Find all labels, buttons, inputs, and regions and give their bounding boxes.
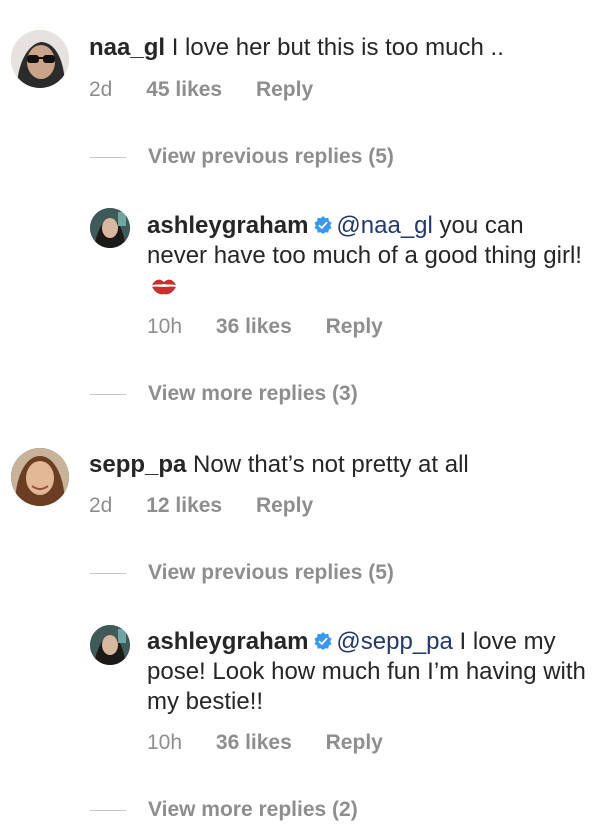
comment-username[interactable]: sepp_pa <box>89 451 186 478</box>
avatar[interactable] <box>11 448 69 506</box>
avatar-woman-icon <box>90 625 130 665</box>
avatar-woman-icon <box>90 208 130 248</box>
reply-mention[interactable]: @naa_gl <box>336 212 432 239</box>
view-previous-replies[interactable]: View previous replies (5) <box>90 558 394 588</box>
view-more-replies-label: View more replies (3) <box>148 382 358 405</box>
comment-text: Now that’s not pretty at all <box>193 451 469 478</box>
reply-time: 10h <box>147 731 183 754</box>
reply-meta: 10h 36 likes Reply <box>147 315 411 339</box>
divider-line <box>90 393 126 395</box>
avatar-woman-icon <box>11 448 69 506</box>
reply-button[interactable]: Reply <box>256 78 313 101</box>
reply-likes[interactable]: 36 likes <box>216 731 292 754</box>
reply-text-block: ashleygraham @naa_gl you can never have t… <box>147 211 587 301</box>
view-previous-replies-label: View previous replies (5) <box>148 561 394 584</box>
avatar[interactable] <box>90 208 130 248</box>
reply-username[interactable]: ashleygraham <box>147 212 308 239</box>
comment-text-line: naa_gl I love her but this is too much .… <box>89 33 504 63</box>
comment-meta: 2d 12 likes Reply <box>89 494 341 518</box>
reply-time: 10h <box>147 315 183 338</box>
comment-text: I love her but this is too much .. <box>171 34 504 61</box>
comment-time: 2d <box>89 494 113 517</box>
reply-button[interactable]: Reply <box>326 731 383 754</box>
avatar[interactable] <box>90 625 130 665</box>
comment-meta: 2d 45 likes Reply <box>89 78 341 102</box>
comment-likes[interactable]: 12 likes <box>146 494 222 517</box>
comment-time: 2d <box>89 78 113 101</box>
reply-meta: 10h 36 likes Reply <box>147 731 411 755</box>
reply-text-block: ashleygraham @sepp_pa I love my pose! Loo… <box>147 627 587 717</box>
reply-button[interactable]: Reply <box>326 315 383 338</box>
comment-username[interactable]: naa_gl <box>89 34 165 61</box>
view-more-replies[interactable]: View more replies (3) <box>90 379 358 409</box>
view-more-replies[interactable]: View more replies (2) <box>90 795 358 825</box>
reply-mention[interactable]: @sepp_pa <box>336 628 452 655</box>
divider-line <box>90 156 126 158</box>
view-previous-replies[interactable]: View previous replies (5) <box>90 142 394 172</box>
avatar-sunglasses-icon <box>11 30 69 88</box>
view-previous-replies-label: View previous replies (5) <box>148 145 394 168</box>
comment-likes[interactable]: 45 likes <box>146 78 222 101</box>
divider-line <box>90 572 126 574</box>
view-more-replies-label: View more replies (2) <box>148 798 358 821</box>
avatar[interactable] <box>11 30 69 88</box>
kiss-mark-icon <box>152 279 176 295</box>
verified-badge-icon <box>314 632 332 650</box>
reply-username[interactable]: ashleygraham <box>147 628 308 655</box>
verified-badge-icon <box>314 216 332 234</box>
divider-line <box>90 809 126 811</box>
reply-likes[interactable]: 36 likes <box>216 315 292 338</box>
comment-text-line: sepp_pa Now that’s not pretty at all <box>89 450 469 480</box>
reply-button[interactable]: Reply <box>256 494 313 517</box>
